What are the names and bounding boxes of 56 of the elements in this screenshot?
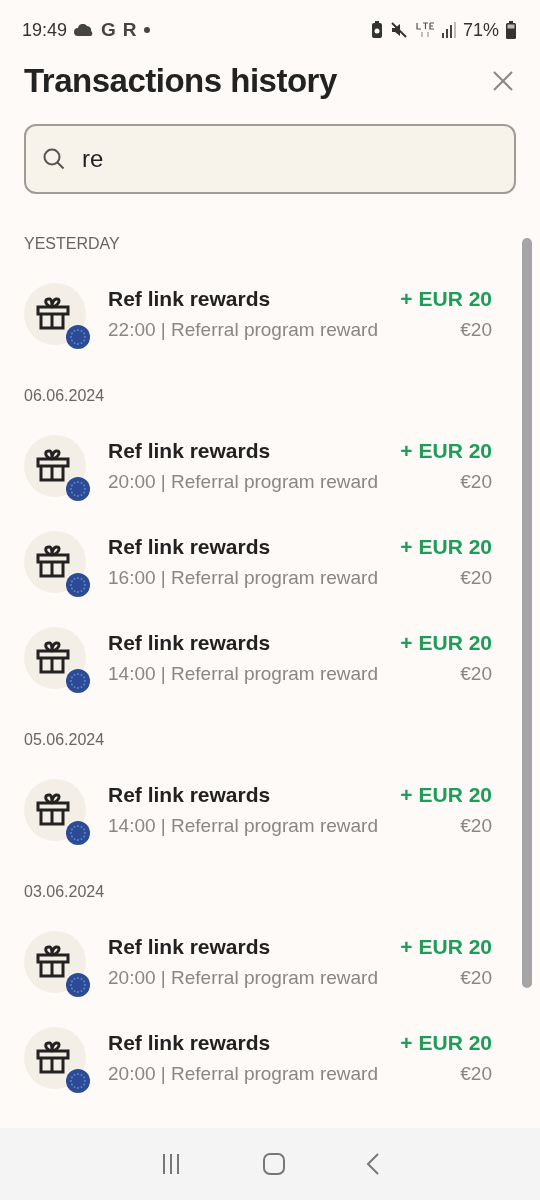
transaction-amount: + EUR 20 [400, 287, 492, 311]
transaction-details: 14:00 | Referral program reward [108, 663, 379, 685]
page-title: Transactions history [24, 62, 337, 100]
transaction-amount: + EUR 20 [400, 535, 492, 559]
euro-flag-icon [66, 477, 90, 501]
euro-flag-icon [66, 1069, 90, 1093]
transaction-details: 20:00 | Referral program reward [108, 1063, 379, 1085]
euro-flag-icon [66, 821, 90, 845]
mute-icon [389, 21, 408, 39]
notification-letter: G [101, 19, 116, 41]
cloud-icon [74, 24, 95, 36]
close-icon[interactable] [492, 70, 514, 92]
transaction-details: 22:00 | Referral program reward [108, 319, 379, 341]
transaction-details: 20:00 | Referral program reward [108, 471, 379, 493]
date-header: 05.06.2024 [24, 730, 106, 750]
transaction-details: 16:00 | Referral program reward [108, 567, 379, 589]
date-header: 03.06.2024 [24, 882, 106, 902]
date-header: 06.06.2024 [24, 386, 106, 406]
transaction-amount: + EUR 20 [400, 439, 492, 463]
transaction-title: Ref link rewards [108, 935, 272, 959]
euro-flag-icon [66, 669, 90, 693]
transaction-amount: + EUR 20 [400, 1031, 492, 1055]
back-icon[interactable] [365, 1152, 381, 1176]
fiat-amount: €20 [459, 967, 492, 989]
transaction-title: Ref link rewards [108, 1031, 272, 1055]
transaction-amount: + EUR 20 [400, 935, 492, 959]
fiat-amount: €20 [459, 663, 492, 685]
fiat-amount: €20 [459, 471, 492, 493]
transaction-details: 20:00 | Referral program reward [108, 967, 379, 989]
battery-icon [506, 21, 516, 39]
euro-flag-icon [66, 973, 90, 997]
date-header: YESTERDAY [24, 234, 121, 254]
fiat-amount: €20 [459, 319, 492, 341]
home-icon[interactable] [262, 1152, 286, 1176]
transaction-title: Ref link rewards [108, 783, 272, 807]
fiat-amount: €20 [459, 567, 492, 589]
notification-letter: R [122, 19, 137, 41]
battery-saver-icon [370, 21, 383, 39]
euro-flag-icon [66, 325, 90, 349]
battery-percentage: 71% [462, 19, 499, 41]
transaction-title: Ref link rewards [108, 287, 272, 311]
search-icon [42, 147, 66, 171]
transaction-title: Ref link rewards [108, 535, 272, 559]
dot-icon [143, 27, 150, 33]
transaction-title: Ref link rewards [108, 631, 272, 655]
transaction-amount: + EUR 20 [400, 783, 492, 807]
transaction-details: 14:00 | Referral program reward [108, 815, 379, 837]
lte-icon [414, 21, 435, 39]
search-field[interactable]: re [24, 124, 516, 194]
fiat-amount: €20 [459, 815, 492, 837]
transaction-amount: + EUR 20 [400, 631, 492, 655]
signal-icon [441, 22, 456, 38]
euro-flag-icon [66, 573, 90, 597]
transaction-title: Ref link rewards [108, 439, 272, 463]
clock: 19:49 [22, 19, 68, 41]
fiat-amount: €20 [459, 1063, 492, 1085]
